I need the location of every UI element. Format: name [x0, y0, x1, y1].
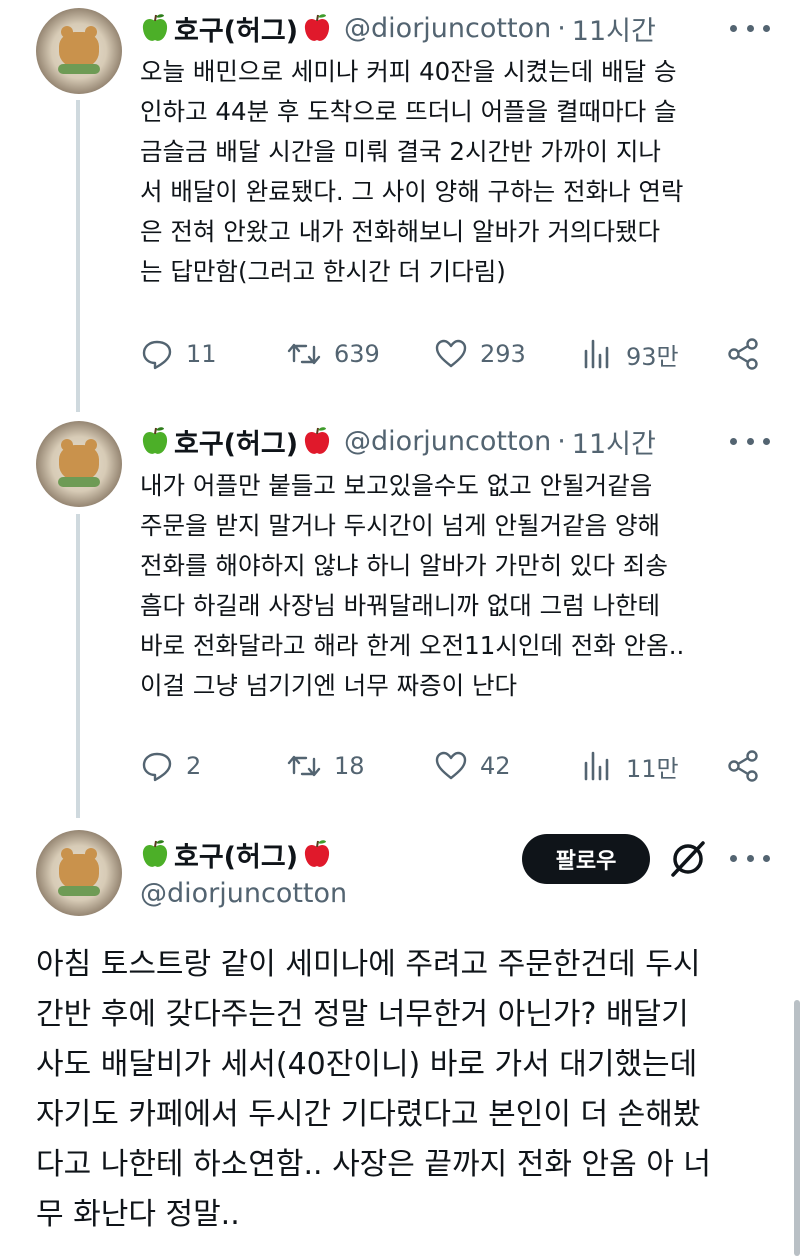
tweet-text: 오늘 배민으로 세미나 커피 40잔을 시켰는데 배달 승 인하고 44분 후 …	[140, 57, 684, 286]
views-count: 93만	[626, 342, 679, 371]
reply-icon	[142, 752, 172, 782]
avatar[interactable]	[36, 8, 122, 94]
retweet-count: 18	[334, 752, 365, 780]
views-button[interactable]: 11만	[580, 746, 679, 786]
more-icon[interactable]	[730, 848, 770, 868]
tweet-time[interactable]: 11시간	[572, 422, 656, 461]
views-count: 11만	[626, 754, 679, 783]
retweet-icon	[287, 343, 321, 365]
scrollbar[interactable]	[794, 1000, 800, 1256]
follow-button[interactable]: 팔로우	[522, 834, 650, 884]
green-apple-icon	[142, 840, 168, 867]
tweet-text: 내가 어플만 붙들고 보고있을수도 없고 안될거같음 주문을 받지 말거나 두시…	[140, 471, 685, 700]
like-count: 293	[480, 340, 526, 368]
red-apple-icon	[304, 840, 330, 867]
red-apple-icon	[304, 14, 330, 41]
like-count: 42	[480, 752, 511, 780]
retweet-button[interactable]: 639	[286, 334, 380, 374]
main-tweet-text: 아침 토스트랑 같이 세미나에 주려고 주문한건데 두시 간반 후에 갖다주는건…	[36, 947, 711, 1232]
share-icon	[728, 338, 758, 370]
reply-count: 11	[186, 340, 217, 368]
avatar[interactable]	[36, 830, 122, 916]
like-button[interactable]: 293	[434, 334, 526, 374]
grok-icon[interactable]	[667, 838, 709, 880]
more-icon[interactable]	[730, 431, 770, 451]
author-name[interactable]: 호구(허그)	[174, 422, 298, 461]
retweet-button[interactable]: 18	[286, 746, 365, 786]
reply-button[interactable]: 11	[140, 334, 217, 374]
tweet-header: 호구(허그) @diorjuncotton · 11시간	[140, 421, 656, 461]
action-bar: 2 18 42 11만	[140, 746, 765, 786]
retweet-count: 639	[334, 340, 380, 368]
author-name[interactable]: 호구(허그)	[174, 9, 298, 48]
retweet-icon	[287, 755, 321, 777]
views-icon	[584, 751, 609, 781]
more-icon[interactable]	[730, 18, 770, 38]
green-apple-icon	[142, 427, 168, 454]
views-icon	[584, 339, 609, 369]
thread-line	[76, 514, 80, 818]
share-icon	[728, 750, 758, 782]
share-button[interactable]	[726, 334, 760, 374]
green-apple-icon	[142, 14, 168, 41]
reply-count: 2	[186, 752, 202, 780]
reply-button[interactable]: 2	[140, 746, 201, 786]
share-button[interactable]	[726, 746, 760, 786]
like-icon	[435, 339, 467, 368]
like-button[interactable]: 42	[434, 746, 511, 786]
tweet-time[interactable]: 11시간	[572, 9, 656, 48]
author-handle[interactable]: @diorjuncotton	[344, 426, 551, 457]
action-bar: 11 639 293 93만	[140, 334, 765, 374]
author-name[interactable]: 호구(허그)	[174, 835, 298, 874]
avatar[interactable]	[36, 421, 122, 507]
red-apple-icon	[304, 427, 330, 454]
tweet-header: 호구(허그) @diorjuncotton · 11시간	[140, 8, 656, 48]
separator-dot: ·	[557, 425, 566, 457]
views-button[interactable]: 93만	[580, 334, 679, 374]
separator-dot: ·	[557, 12, 566, 44]
tweet-header: 호구(허그)	[140, 834, 332, 874]
author-handle[interactable]: @diorjuncotton	[344, 13, 551, 44]
author-handle[interactable]: @diorjuncotton	[140, 878, 347, 909]
like-icon	[435, 751, 467, 780]
reply-icon	[142, 340, 172, 370]
thread-line	[76, 100, 80, 412]
